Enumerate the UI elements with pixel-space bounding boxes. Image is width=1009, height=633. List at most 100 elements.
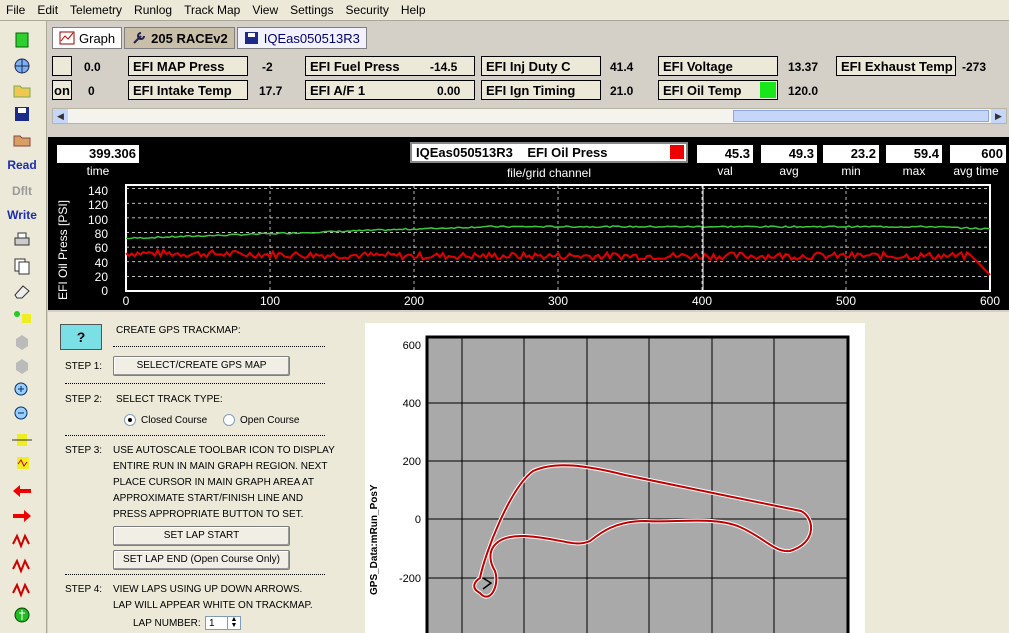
y-tick-label: 60 <box>95 241 109 255</box>
y-tick-label: 0 <box>101 284 108 298</box>
back-arrow-icon[interactable] <box>6 480 38 502</box>
save-icon[interactable] <box>6 103 38 125</box>
oil-temp-color-swatch <box>760 82 776 98</box>
avg-readout: 49.3 <box>761 145 817 163</box>
set-lap-start-button[interactable]: SET LAP START <box>113 526 290 546</box>
channel-value: -273 <box>962 60 987 74</box>
step1-label: STEP 1: <box>65 361 103 372</box>
channel-row-2: on 0 EFI Intake Temp 17.7 EFI A/F 1 0.00… <box>48 80 1009 102</box>
step4-label: STEP 4: <box>65 584 103 595</box>
step3-line: APPROXIMATE START/FINISH LINE AND <box>113 493 304 504</box>
globe-icon[interactable] <box>6 55 38 77</box>
default-button[interactable]: Dflt <box>6 180 38 202</box>
avg-time-readout: 600 <box>950 145 1006 163</box>
tab-graph[interactable]: Graph <box>52 27 123 49</box>
closed-course-radio[interactable] <box>124 414 136 426</box>
trackmap-y-tick: 600 <box>403 340 421 352</box>
gps-title: CREATE GPS TRACKMAP: <box>116 325 241 336</box>
menu-help[interactable]: Help <box>395 0 432 20</box>
spin-arrows-icon[interactable]: ▲ ▼ <box>227 616 240 629</box>
read-button[interactable]: Read <box>6 154 38 176</box>
lap-number-spinner[interactable]: 1 ▲ ▼ <box>205 616 241 630</box>
menu-settings[interactable]: Settings <box>284 0 339 20</box>
divider <box>65 435 325 436</box>
lap-trace-2-icon[interactable] <box>6 554 38 576</box>
zoom-in-icon[interactable] <box>6 379 38 401</box>
new-icon[interactable] <box>6 29 38 51</box>
channel-value: 13.37 <box>788 60 819 74</box>
tab-data-file[interactable]: IQEas050513R3 <box>236 27 367 49</box>
menu-edit[interactable]: Edit <box>31 0 64 20</box>
left-toolbar: Read Dflt Write <box>0 21 47 633</box>
channel-value: 17.7 <box>259 84 283 98</box>
gps-icon[interactable] <box>6 604 38 626</box>
trackmap-y-tick: 400 <box>403 398 421 410</box>
menu-view[interactable]: View <box>246 0 284 20</box>
autoscale-y-icon[interactable] <box>6 454 38 476</box>
eraser-icon[interactable] <box>6 280 38 302</box>
set-lap-end-button[interactable]: SET LAP END (Open Course Only) <box>113 550 290 570</box>
step4-line: VIEW LAPS USING UP DOWN ARROWS. <box>113 584 303 595</box>
zoom-out-icon[interactable] <box>6 403 38 425</box>
x-tick-label: 200 <box>404 294 424 308</box>
y-tick-label: 140 <box>88 184 108 198</box>
scroll-left-arrow[interactable]: ◀ <box>53 109 68 123</box>
help-button[interactable]: ? <box>60 324 102 350</box>
time-readout: 399.306 <box>57 145 139 163</box>
channel-label[interactable] <box>52 56 72 76</box>
open-file-icon[interactable] <box>6 128 38 150</box>
menu-security[interactable]: Security <box>339 0 394 20</box>
channel-file: IQEas050513R3 <box>416 145 513 160</box>
channel-label[interactable]: EFI MAP Press <box>128 56 248 76</box>
menu-file[interactable]: File <box>0 0 31 20</box>
channel-label[interactable]: on <box>52 80 72 100</box>
channel-label[interactable]: EFI Ign Timing <box>481 80 601 100</box>
channel-selector[interactable]: IQEas050513R3 EFI Oil Press <box>410 142 688 163</box>
open-course-label: Open Course <box>240 415 300 426</box>
tab-race-config[interactable]: 205 RACEv2 <box>124 27 235 49</box>
scroll-right-arrow[interactable]: ▶ <box>991 109 1006 123</box>
trackmap-y-axis-label: GPS_Data:mRun_PosY <box>369 484 380 595</box>
autoscale-x-icon[interactable] <box>6 429 38 451</box>
min-readout: 23.2 <box>823 145 879 163</box>
channel-value: -14.5 <box>430 60 458 74</box>
open-course-radio[interactable] <box>223 414 235 426</box>
oil-press-plot[interactable]: 140 120 100 80 60 40 20 0 0 100 200 300 … <box>48 180 1009 310</box>
channel-value: -2 <box>262 60 273 74</box>
menu-runlog[interactable]: Runlog <box>128 0 178 20</box>
x-tick-label: 100 <box>260 294 280 308</box>
channel-label[interactable]: EFI Intake Temp <box>128 80 248 100</box>
graph-overlay-icon[interactable] <box>6 305 38 327</box>
forward-arrow-icon[interactable] <box>6 505 38 527</box>
tab-strip: Graph 205 RACEv2 IQEas050513R3 <box>52 27 369 49</box>
x-tick-label: 0 <box>123 294 130 308</box>
scroll-thumb[interactable] <box>733 110 989 122</box>
print-icon[interactable] <box>6 229 38 251</box>
trackmap-y-tick: 200 <box>403 456 421 468</box>
disabled-tool-icon[interactable] <box>6 331 38 353</box>
step3-line: PLACE CURSOR IN MAIN GRAPH AREA AT <box>113 477 314 488</box>
max-readout: 59.4 <box>886 145 942 163</box>
y-tick-label: 80 <box>95 227 109 241</box>
horizontal-scrollbar[interactable]: ◀ ▶ <box>52 108 1007 124</box>
step3-label: STEP 3: <box>65 445 103 456</box>
copy-icon[interactable] <box>6 255 38 277</box>
channel-label[interactable]: EFI Inj Duty C <box>481 56 601 76</box>
channel-value: 120.0 <box>788 84 819 98</box>
tab-graph-label: Graph <box>79 30 116 46</box>
disabled-tool-2-icon[interactable] <box>6 355 38 377</box>
channel-label[interactable]: EFI Voltage <box>658 56 778 76</box>
open-folder-icon[interactable] <box>6 79 38 101</box>
step3-line: PRESS APPROPRIATE BUTTON TO SET. <box>113 509 304 520</box>
lap-trace-3-icon[interactable] <box>6 578 38 600</box>
y-tick-label: 120 <box>88 198 108 212</box>
select-create-gps-map-button[interactable]: SELECT/CREATE GPS MAP <box>113 356 290 376</box>
trackmap-y-tick: 0 <box>415 514 421 526</box>
write-button[interactable]: Write <box>6 204 38 226</box>
menu-track-map[interactable]: Track Map <box>178 0 246 20</box>
lap-trace-icon[interactable] <box>6 529 38 551</box>
max-label: max <box>902 164 926 178</box>
gps-trackmap[interactable]: 600 400 200 0 -200 GPS_Data:mRun_PosY <box>365 323 865 633</box>
channel-label[interactable]: EFI Exhaust Temp <box>836 56 956 76</box>
menu-telemetry[interactable]: Telemetry <box>64 0 128 20</box>
